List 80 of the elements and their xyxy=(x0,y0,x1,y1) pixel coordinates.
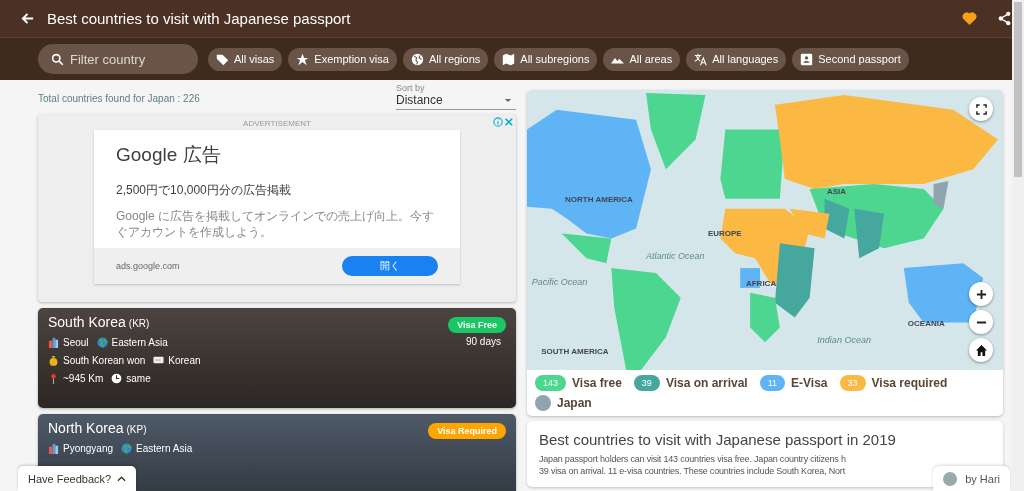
ad-headline: 2,500円で10,000円分の広告掲載 xyxy=(116,182,292,199)
translate-icon xyxy=(694,52,708,66)
country-detail: same xyxy=(126,372,151,384)
article-title: Best countries to visit with Japanese passport in 2019 xyxy=(539,431,897,448)
filter-chip[interactable]: Exemption visa xyxy=(288,47,397,71)
fullscreen-icon xyxy=(975,103,987,115)
map-label: SOUTH AMERICA xyxy=(541,347,609,356)
tag-icon xyxy=(216,52,229,66)
country-detail: Eastern Asia xyxy=(111,336,168,348)
visa-badge: Visa Free xyxy=(448,317,506,333)
country-detail: ~945 Km xyxy=(63,372,104,384)
city-icon xyxy=(48,442,59,454)
id-card-icon xyxy=(800,52,814,66)
search-icon xyxy=(51,53,64,66)
map-label: ASIA xyxy=(826,188,846,196)
filter-chip[interactable]: All languages xyxy=(686,47,787,71)
globe-icon xyxy=(96,336,108,348)
count-pill: 11 xyxy=(759,375,786,391)
share-icon[interactable] xyxy=(997,11,1012,26)
open-button[interactable]: 開く xyxy=(342,256,438,277)
home-icon xyxy=(975,344,987,356)
sort-select[interactable]: Sort by Distance xyxy=(396,83,516,110)
money-bag-icon xyxy=(48,354,59,366)
map-label: AFRICA xyxy=(745,280,777,289)
globe-icon xyxy=(410,52,424,66)
legend-label: Visa free xyxy=(572,376,622,390)
star-icon xyxy=(296,52,310,66)
ad-text: Google に広告を掲載してオンラインでの売上げ向上。今すぐアカウントを作成しよう。 xyxy=(116,208,436,241)
country-detail: Korean xyxy=(168,354,201,366)
count-pill: 39 xyxy=(633,375,660,391)
results-count: Total countries found for Japan : 226 xyxy=(38,93,200,104)
feedback-button[interactable]: Have Feedback? xyxy=(18,466,137,491)
map-icon xyxy=(502,52,516,66)
ad-title: Google 広告 xyxy=(116,143,222,167)
country-name: South Korea xyxy=(48,314,126,330)
filter-chip[interactable]: All areas xyxy=(603,47,681,71)
country-detail: South Korean won xyxy=(63,354,146,366)
legend-label: E-Visa xyxy=(791,376,828,390)
legend-label: Visa required xyxy=(871,376,948,390)
filter-chip[interactable]: All regions xyxy=(402,47,489,71)
map-label: Indian Ocean xyxy=(817,336,871,346)
map-label: OCEANIA xyxy=(907,319,945,328)
page-title: Best countries to visit with Japanese passport xyxy=(47,10,351,27)
country-card[interactable]: South Korea (KR) Seoul Eastern Asia South Korean won Korean ~945 Km same Visa Free 90 days xyxy=(38,308,516,408)
caret-icon xyxy=(504,97,512,103)
scrollbar[interactable] xyxy=(1012,0,1024,491)
visa-badge: Visa Required xyxy=(428,423,506,439)
heart-icon[interactable] xyxy=(962,11,977,26)
author-badge[interactable]: by Hari xyxy=(933,466,1010,491)
chevron-up-icon xyxy=(117,475,127,482)
legend-label: Japan xyxy=(557,396,592,410)
filter-chip[interactable]: Second passport xyxy=(792,47,909,71)
ad-label: ADVERTISEMENT xyxy=(243,119,311,128)
filter-chip[interactable]: All subregions xyxy=(494,47,598,71)
country-code: (KR) xyxy=(128,318,150,329)
stay-duration: 90 days xyxy=(465,336,502,347)
country-code: (KP) xyxy=(126,424,147,435)
filter-chip[interactable]: All visas xyxy=(208,47,283,71)
country-detail: Pyongyang xyxy=(63,442,114,454)
back-arrow-icon[interactable] xyxy=(20,11,35,26)
pin-icon xyxy=(48,372,59,384)
country-detail: Eastern Asia xyxy=(136,442,193,454)
city-icon xyxy=(48,336,59,348)
chat-icon xyxy=(153,354,165,366)
ad-domain: ads.google.com xyxy=(116,261,180,272)
avatar-icon xyxy=(943,471,958,486)
count-pill: 143 xyxy=(535,375,567,391)
map-label: NORTH AMERICA xyxy=(565,196,633,205)
globe-icon xyxy=(121,442,133,454)
clock-icon xyxy=(111,372,123,384)
count-pill: 33 xyxy=(839,375,866,391)
map-label: Pacific Ocean xyxy=(531,277,588,287)
country-detail: Seoul xyxy=(63,336,89,348)
legend-label: Visa on arrival xyxy=(665,376,748,390)
search-field[interactable]: Filter country xyxy=(38,44,198,74)
plus-icon xyxy=(975,288,987,300)
author-name: by Hari xyxy=(965,472,1000,485)
article-text: Japan passport holders can visit 143 countries visa free. Japan country citizens h 39 visa on arrival. 11 e-visa countries. These countries include South Korea, Nort xyxy=(539,454,846,478)
map-label: Atlantic Ocean xyxy=(646,252,705,262)
country-name: North Korea xyxy=(48,420,124,436)
